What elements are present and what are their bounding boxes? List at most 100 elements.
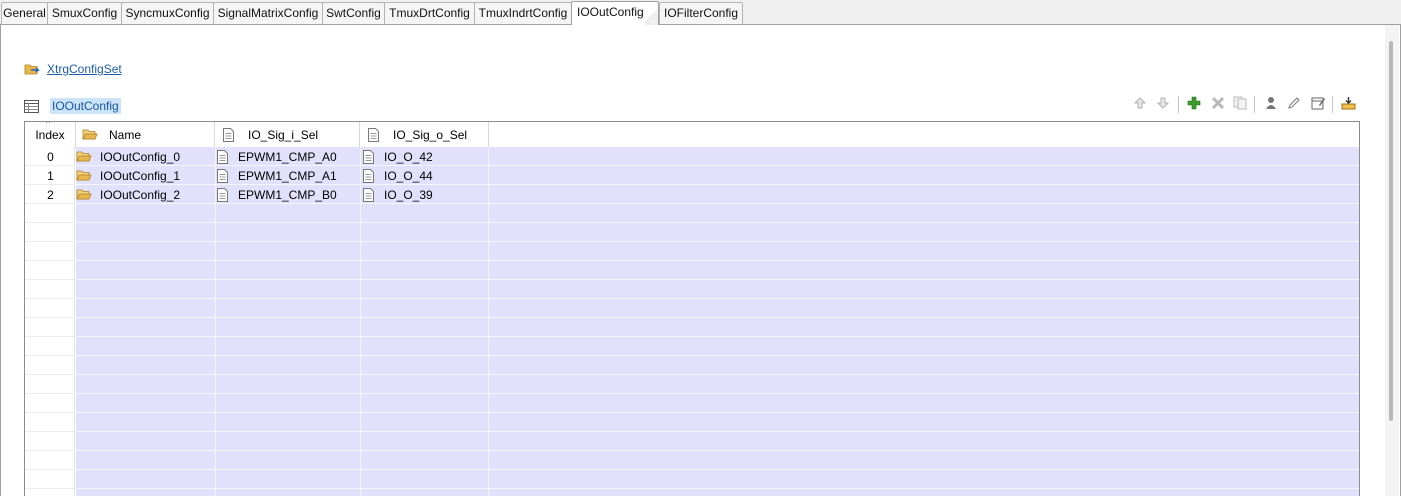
table-row[interactable]: 1 IOOutConfig_1 EPWM1_CMP_A1 IO_O_44 xyxy=(25,166,1359,185)
row-separator xyxy=(25,260,1359,261)
table-row[interactable]: 0 IOOutConfig_0 EPWM1_CMP_A0 IO_O_42 xyxy=(25,147,1359,166)
section-heading: IOOutConfig xyxy=(24,97,121,115)
tab-tmux-indrt-config[interactable]: TmuxIndrtConfig xyxy=(474,2,572,24)
row-separator xyxy=(25,298,1359,299)
tab-strip: General SmuxConfig SyncmuxConfig SignalM… xyxy=(0,0,1401,25)
index-row-separator xyxy=(25,241,75,242)
index-row-separator xyxy=(25,431,75,432)
pencil-icon xyxy=(1287,96,1301,113)
user-button[interactable] xyxy=(1262,95,1280,113)
tab-swt-config[interactable]: SwtConfig xyxy=(322,2,385,24)
column-header-index[interactable]: ^ Index xyxy=(25,122,76,147)
row-index: 2 xyxy=(47,187,54,202)
row-separator xyxy=(25,336,1359,337)
index-row-separator xyxy=(25,450,75,451)
arrow-down-icon xyxy=(1156,96,1170,113)
row-sig-i-cell[interactable]: EPWM1_CMP_B0 xyxy=(215,185,360,204)
row-separator xyxy=(25,165,1359,166)
tab-io-filter-config[interactable]: IOFilterConfig xyxy=(659,2,743,24)
row-sig-i-cell[interactable]: EPWM1_CMP_A1 xyxy=(215,166,360,185)
parent-link-row: XtrgConfigSet xyxy=(24,60,122,78)
table-row[interactable]: 2 IOOutConfig_2 EPWM1_CMP_B0 IO_O_39 xyxy=(25,185,1359,204)
row-sig-o-cell[interactable]: IO_O_42 xyxy=(360,147,489,166)
scrollbar-thumb[interactable] xyxy=(1389,41,1393,421)
index-row-separator xyxy=(25,412,75,413)
index-row-separator xyxy=(25,203,75,204)
row-name: IOOutConfig_2 xyxy=(100,187,181,202)
document-icon xyxy=(368,127,379,142)
folder-open-icon xyxy=(76,150,92,163)
row-sig-i: EPWM1_CMP_B0 xyxy=(238,187,337,202)
folder-link-icon xyxy=(24,62,40,76)
edit-table-button[interactable] xyxy=(1309,95,1327,113)
delete-button[interactable] xyxy=(1209,95,1227,113)
tab-general[interactable]: General xyxy=(1,2,48,24)
add-button[interactable] xyxy=(1185,95,1203,113)
row-separator xyxy=(25,393,1359,394)
table-body: 0 IOOutConfig_0 EPWM1_CMP_A0 IO_O_42 1 I… xyxy=(25,147,1359,496)
row-sig-o: IO_O_42 xyxy=(384,149,433,164)
column-header-io-sig-i-sel[interactable]: IO_Sig_i_Sel xyxy=(215,122,360,147)
column-header-io-sig-o-sel[interactable]: IO_Sig_o_Sel xyxy=(360,122,489,147)
section-title: IOOutConfig xyxy=(50,98,121,114)
parent-link[interactable]: XtrgConfigSet xyxy=(47,62,122,76)
tab-io-out-config[interactable]: IOOutConfig xyxy=(571,1,659,25)
row-name-cell[interactable]: IOOutConfig_0 xyxy=(76,147,215,166)
index-row-separator xyxy=(25,184,75,185)
copy-button[interactable] xyxy=(1231,95,1249,113)
index-row-separator xyxy=(25,317,75,318)
row-sig-o: IO_O_44 xyxy=(384,168,433,183)
toolbar-separator xyxy=(1254,96,1255,113)
vertical-scrollbar[interactable] xyxy=(1385,25,1399,496)
index-row-separator xyxy=(25,336,75,337)
move-up-button[interactable] xyxy=(1131,95,1149,113)
row-separator xyxy=(25,412,1359,413)
document-icon xyxy=(223,127,234,142)
index-row-separator xyxy=(25,393,75,394)
index-row-separator xyxy=(25,279,75,280)
index-row-separator xyxy=(25,222,75,223)
tab-smux-config[interactable]: SmuxConfig xyxy=(47,2,122,24)
table-icon xyxy=(24,99,39,113)
row-separator xyxy=(25,355,1359,356)
row-separator xyxy=(25,469,1359,470)
row-sig-i-cell[interactable]: EPWM1_CMP_A0 xyxy=(215,147,360,166)
edit-table-icon xyxy=(1311,96,1326,113)
row-separator xyxy=(25,374,1359,375)
index-row-separator xyxy=(25,469,75,470)
row-separator xyxy=(25,431,1359,432)
column-label: Index xyxy=(35,127,65,142)
row-separator xyxy=(25,184,1359,185)
row-name-cell[interactable]: IOOutConfig_1 xyxy=(76,166,215,185)
toolbar-separator xyxy=(1178,96,1179,113)
folder-open-icon xyxy=(76,188,92,201)
index-row-separator xyxy=(25,488,75,489)
folder-open-icon xyxy=(76,169,92,182)
row-separator xyxy=(25,279,1359,280)
tab-signal-matrix-config[interactable]: SignalMatrixConfig xyxy=(213,2,323,24)
move-down-button[interactable] xyxy=(1154,95,1172,113)
tab-tmux-drt-config[interactable]: TmuxDrtConfig xyxy=(384,2,475,24)
column-header-name[interactable]: Name xyxy=(76,122,215,147)
column-label: IO_Sig_i_Sel xyxy=(248,127,319,142)
tab-syncmux-config[interactable]: SyncmuxConfig xyxy=(121,2,214,24)
folder-open-icon xyxy=(82,128,98,141)
copy-icon xyxy=(1233,96,1247,113)
row-sig-o-cell[interactable]: IO_O_39 xyxy=(360,185,489,204)
plus-icon xyxy=(1187,96,1201,113)
row-separator xyxy=(25,450,1359,451)
row-sig-i: EPWM1_CMP_A1 xyxy=(238,168,337,183)
index-row-separator xyxy=(25,260,75,261)
import-button[interactable] xyxy=(1339,95,1357,113)
document-icon xyxy=(363,168,374,183)
document-icon xyxy=(363,187,374,202)
edit-button[interactable] xyxy=(1285,95,1303,113)
row-index: 0 xyxy=(47,149,54,164)
row-name-cell[interactable]: IOOutConfig_2 xyxy=(76,185,215,204)
row-sig-o: IO_O_39 xyxy=(384,187,433,202)
table-header: ^ Index Name IO_Sig_i_Sel IO_Sig_o_Sel xyxy=(25,122,1359,148)
row-separator xyxy=(25,241,1359,242)
row-sig-o-cell[interactable]: IO_O_44 xyxy=(360,166,489,185)
document-icon xyxy=(217,149,228,164)
index-row-separator xyxy=(25,165,75,166)
